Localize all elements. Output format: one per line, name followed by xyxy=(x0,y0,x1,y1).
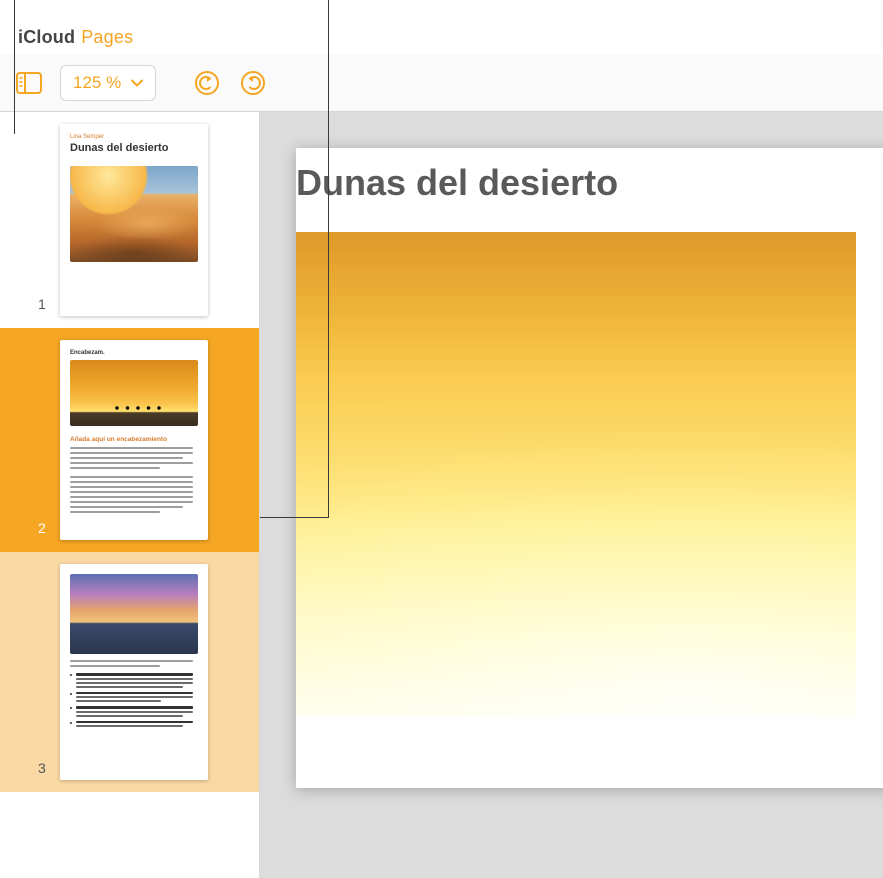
document-canvas[interactable]: Dunas del desierto xyxy=(260,112,883,878)
brand-pages: Pages xyxy=(81,27,133,48)
callout-line-2-horiz xyxy=(260,517,328,518)
callout-line-2-vert xyxy=(328,0,329,518)
page-thumbnail-2[interactable]: 2 Encabezam. Añada aquí un encabezamient… xyxy=(0,328,259,552)
thumb1-heading: Dunas del desierto xyxy=(60,142,208,160)
zoom-value: 125 % xyxy=(73,73,121,93)
page-thumbnail-1[interactable]: 1 Lina Semper Dunas del desierto xyxy=(0,112,259,328)
page-number: 2 xyxy=(38,520,46,536)
redo-button[interactable] xyxy=(238,68,268,98)
page-number: 1 xyxy=(38,296,46,312)
thumb1-photo xyxy=(70,166,198,262)
thumb3-bullet-list xyxy=(60,671,208,729)
thumb3-photo xyxy=(70,574,198,654)
thumbnail-image: Encabezam. Añada aquí un encabezamiento xyxy=(60,340,208,540)
thumbnails-sidebar[interactable]: 1 Lina Semper Dunas del desierto 2 Encab… xyxy=(0,112,260,878)
app-header: iCloud Pages xyxy=(0,0,883,54)
thumb2-photo xyxy=(70,360,198,426)
redo-icon xyxy=(240,70,266,96)
thumb1-superhead: Lina Semper xyxy=(60,124,208,142)
thumb2-subheading: Añada aquí un encabezamiento xyxy=(60,426,208,447)
toolbar: 125 % xyxy=(0,54,883,112)
page-thumbnail-3[interactable]: 3 xyxy=(0,552,259,792)
workspace: 1 Lina Semper Dunas del desierto 2 Encab… xyxy=(0,112,883,878)
document-page[interactable]: Dunas del desierto xyxy=(296,148,883,788)
zoom-dropdown[interactable]: 125 % xyxy=(60,65,156,101)
page-number: 3 xyxy=(38,760,46,776)
thumbnail-image xyxy=(60,564,208,780)
page-title[interactable]: Dunas del desierto xyxy=(296,148,883,232)
hero-image[interactable] xyxy=(296,232,856,716)
thumb2-placeholder-text xyxy=(60,447,208,513)
undo-icon xyxy=(194,70,220,96)
thumb3-intro-text xyxy=(60,660,208,667)
thumbnail-image: Lina Semper Dunas del desierto xyxy=(60,124,208,316)
brand-icloud: iCloud xyxy=(18,27,75,48)
chevron-down-icon xyxy=(131,79,143,87)
undo-button[interactable] xyxy=(192,68,222,98)
thumb2-superhead: Encabezam. xyxy=(60,340,208,360)
undo-redo-group xyxy=(192,68,268,98)
sidebar-toggle-button[interactable] xyxy=(14,69,44,97)
callout-line-1 xyxy=(14,0,15,134)
sidebar-icon xyxy=(16,72,42,94)
